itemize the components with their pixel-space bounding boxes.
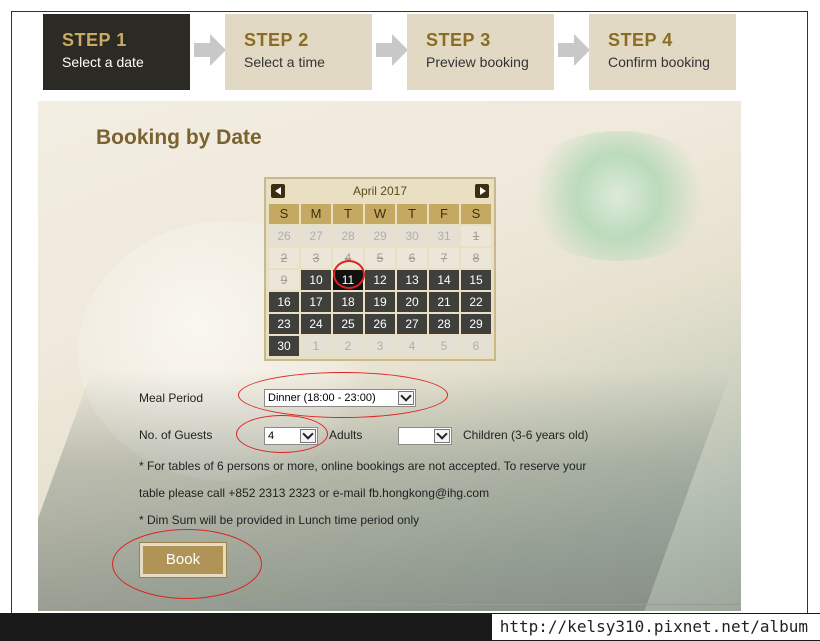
weekday-header: S xyxy=(269,204,299,224)
weekday-header: F xyxy=(429,204,459,224)
adults-select[interactable]: 4 xyxy=(264,427,318,445)
next-month-button[interactable] xyxy=(475,184,489,198)
calendar-day: 6 xyxy=(461,336,491,356)
step-4-title: STEP 4 xyxy=(608,30,673,50)
calendar-day[interactable]: 26 xyxy=(365,314,395,334)
calendar-day[interactable]: 22 xyxy=(461,292,491,312)
adults-value: 4 xyxy=(268,430,275,442)
prev-month-button[interactable] xyxy=(271,184,285,198)
calendar-day: 5 xyxy=(365,248,395,268)
date-calendar: April 2017 S M T W T F S 26 27 28 29 30 31 1 2 3 4 5 6 7 8 9 1… xyxy=(264,177,496,361)
calendar-day: 8 xyxy=(461,248,491,268)
meal-period-label: Meal Period xyxy=(139,391,204,405)
weekday-header: W xyxy=(365,204,395,224)
note-large-group: * For tables of 6 persons or more, onlin… xyxy=(139,459,587,473)
step-3-subtitle: Preview booking xyxy=(426,54,529,70)
children-label: Children (3-6 years old) xyxy=(463,428,589,442)
calendar-day: 3 xyxy=(301,248,331,268)
step-arrow-icon xyxy=(392,34,408,66)
step-4: STEP 4 Confirm booking xyxy=(589,14,736,90)
weekday-header: M xyxy=(301,204,331,224)
booking-panel: Booking by Date April 2017 S M T W T F S 26 27 28… xyxy=(38,101,741,611)
meal-period-select[interactable]: Dinner (18:00 - 23:00) xyxy=(264,389,416,407)
chevron-down-icon xyxy=(398,391,414,405)
weekday-header: T xyxy=(397,204,427,224)
calendar-day: 28 xyxy=(333,226,363,246)
calendar-day: 26 xyxy=(269,226,299,246)
calendar-day: 2 xyxy=(269,248,299,268)
calendar-day: 3 xyxy=(365,336,395,356)
page-title: Booking by Date xyxy=(96,126,262,149)
calendar-day[interactable]: 15 xyxy=(461,270,491,290)
calendar-day[interactable]: 13 xyxy=(397,270,427,290)
calendar-day[interactable]: 17 xyxy=(301,292,331,312)
calendar-day: 4 xyxy=(397,336,427,356)
calendar-day: 31 xyxy=(429,226,459,246)
calendar-day[interactable]: 30 xyxy=(269,336,299,356)
calendar-day: 2 xyxy=(333,336,363,356)
calendar-day[interactable]: 28 xyxy=(429,314,459,334)
step-arrow-icon xyxy=(210,34,226,66)
calendar-day[interactable]: 21 xyxy=(429,292,459,312)
calendar-day: 7 xyxy=(429,248,459,268)
chevron-down-icon xyxy=(300,429,316,443)
calendar-day-selected[interactable]: 11 xyxy=(333,270,363,290)
calendar-day[interactable]: 29 xyxy=(461,314,491,334)
calendar-day: 1 xyxy=(301,336,331,356)
calendar-day[interactable]: 19 xyxy=(365,292,395,312)
calendar-day[interactable]: 10 xyxy=(301,270,331,290)
calendar-month-label: April 2017 xyxy=(352,184,408,198)
calendar-header: April 2017 xyxy=(269,181,491,201)
calendar-day: 6 xyxy=(397,248,427,268)
calendar-day[interactable]: 12 xyxy=(365,270,395,290)
children-select[interactable] xyxy=(398,427,452,445)
calendar-day: 1 xyxy=(461,226,491,246)
weekday-header: S xyxy=(461,204,491,224)
calendar-day: 29 xyxy=(365,226,395,246)
meal-period-value: Dinner (18:00 - 23:00) xyxy=(268,392,376,404)
calendar-day: 30 xyxy=(397,226,427,246)
step-3-title: STEP 3 xyxy=(426,30,491,50)
step-1: STEP 1 Select a date xyxy=(43,14,190,90)
step-1-title: STEP 1 xyxy=(62,30,127,50)
chevron-right-icon xyxy=(480,187,486,195)
calendar-day: 4 xyxy=(333,248,363,268)
calendar-day: 9 xyxy=(269,270,299,290)
chevron-down-icon xyxy=(434,429,450,443)
step-2-title: STEP 2 xyxy=(244,30,309,50)
calendar-day[interactable]: 24 xyxy=(301,314,331,334)
calendar-day[interactable]: 18 xyxy=(333,292,363,312)
calendar-day[interactable]: 16 xyxy=(269,292,299,312)
calendar-day: 5 xyxy=(429,336,459,356)
step-3: STEP 3 Preview booking xyxy=(407,14,554,90)
note-contact: table please call +852 2313 2323 or e-ma… xyxy=(139,486,490,500)
guests-label: No. of Guests xyxy=(139,428,213,442)
calendar-day[interactable]: 20 xyxy=(397,292,427,312)
step-arrow-icon xyxy=(574,34,590,66)
calendar-day[interactable]: 27 xyxy=(397,314,427,334)
note-dim-sum: * Dim Sum will be provided in Lunch time… xyxy=(139,513,420,527)
step-1-subtitle: Select a date xyxy=(62,54,144,70)
watermark: http://kelsy310.pixnet.net/album xyxy=(491,614,820,640)
divider xyxy=(38,604,741,605)
calendar-day[interactable]: 25 xyxy=(333,314,363,334)
step-2: STEP 2 Select a time xyxy=(225,14,372,90)
step-2-subtitle: Select a time xyxy=(244,54,325,70)
book-button[interactable]: Book xyxy=(139,542,227,578)
calendar-day: 27 xyxy=(301,226,331,246)
calendar-day[interactable]: 23 xyxy=(269,314,299,334)
chevron-left-icon xyxy=(275,187,281,195)
calendar-grid: S M T W T F S 26 27 28 29 30 31 1 2 3 4 5 6 7 8 9 10 11 12 13 14 15… xyxy=(269,204,491,356)
step-4-subtitle: Confirm booking xyxy=(608,54,710,70)
calendar-day[interactable]: 14 xyxy=(429,270,459,290)
adults-label: Adults xyxy=(329,428,363,442)
weekday-header: T xyxy=(333,204,363,224)
